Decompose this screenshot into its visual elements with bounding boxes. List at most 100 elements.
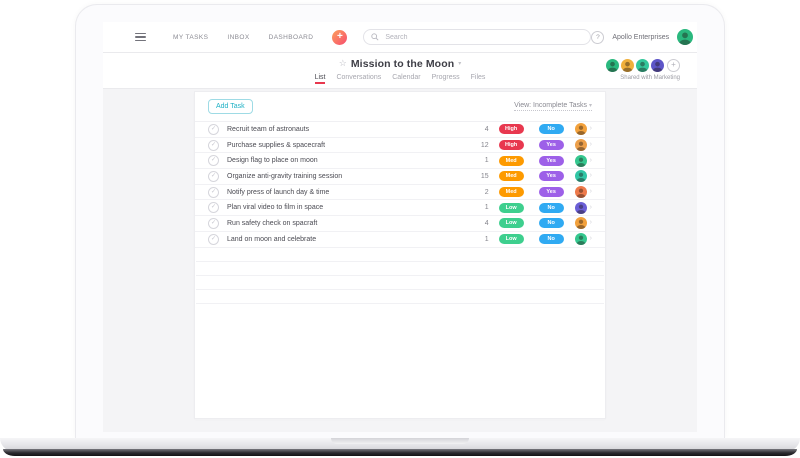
task-count: 2 bbox=[469, 189, 489, 196]
complete-check-icon[interactable]: ✓ bbox=[208, 124, 219, 135]
complete-check-icon[interactable]: ✓ bbox=[208, 155, 219, 166]
task-row[interactable]: ✓ Recruit team of astronauts 4 High No › bbox=[195, 122, 605, 138]
project-tab[interactable]: List bbox=[315, 74, 326, 84]
member-avatar[interactable] bbox=[621, 59, 634, 72]
task-row[interactable]: ✓ Run safety check on spacraft 4 Low No … bbox=[195, 216, 605, 232]
task-name[interactable]: Notify press of launch day & time bbox=[227, 189, 329, 196]
complete-check-icon[interactable]: ✓ bbox=[208, 202, 219, 213]
star-icon[interactable]: ☆ bbox=[339, 58, 347, 69]
app-viewport: MY TASKS INBOX DASHBOARD + ? Apollo Enterp… bbox=[103, 22, 697, 432]
flag-badge[interactable]: Yes bbox=[539, 140, 564, 150]
project-tab[interactable]: Conversations bbox=[336, 74, 381, 84]
view-caret-icon: ▾ bbox=[589, 103, 592, 109]
row-chevron-icon: › bbox=[590, 218, 592, 228]
member-avatar[interactable] bbox=[636, 59, 649, 72]
priority-badge[interactable]: Low bbox=[499, 203, 524, 213]
topbar-nav-item[interactable]: MY TASKS bbox=[173, 34, 208, 41]
member-avatar-stack: + bbox=[604, 59, 680, 72]
topbar-nav-item[interactable]: INBOX bbox=[227, 34, 249, 41]
task-row[interactable]: ✓ Land on moon and celebrate 1 Low No › bbox=[195, 232, 605, 248]
priority-badge[interactable]: Med bbox=[499, 156, 524, 166]
project-tab[interactable]: Calendar bbox=[392, 74, 420, 84]
project-title-row[interactable]: ☆ Mission to the Moon ▾ bbox=[339, 58, 461, 70]
org-name[interactable]: Apollo Enterprises bbox=[612, 34, 669, 41]
priority-badge[interactable]: High bbox=[499, 124, 524, 134]
task-row[interactable]: ✓ Plan viral video to film in space 1 Lo… bbox=[195, 200, 605, 216]
task-count: 4 bbox=[469, 126, 489, 133]
project-tab[interactable]: Progress bbox=[432, 74, 460, 84]
flag-badge[interactable]: Yes bbox=[539, 187, 564, 197]
assignee-avatar[interactable] bbox=[575, 202, 587, 214]
complete-check-icon[interactable]: ✓ bbox=[208, 171, 219, 182]
assignee-avatar[interactable] bbox=[575, 233, 587, 245]
task-count: 15 bbox=[469, 173, 489, 180]
flag-badge[interactable]: No bbox=[539, 203, 564, 213]
title-caret-icon[interactable]: ▾ bbox=[458, 60, 461, 67]
member-avatar[interactable] bbox=[651, 59, 664, 72]
flag-badge[interactable]: Yes bbox=[539, 156, 564, 166]
member-avatar[interactable] bbox=[606, 59, 619, 72]
search-icon bbox=[371, 33, 379, 41]
priority-badge[interactable]: High bbox=[499, 140, 524, 150]
help-icon[interactable]: ? bbox=[591, 31, 604, 44]
topbar-right: ? Apollo Enterprises bbox=[591, 29, 693, 45]
flag-badge[interactable]: No bbox=[539, 124, 564, 134]
empty-task-row[interactable] bbox=[196, 276, 604, 290]
project-title: Mission to the Moon bbox=[351, 58, 454, 70]
assignee-avatar[interactable] bbox=[575, 123, 587, 135]
task-name[interactable]: Recruit team of astronauts bbox=[227, 126, 309, 133]
priority-badge[interactable]: Low bbox=[499, 218, 524, 228]
complete-check-icon[interactable]: ✓ bbox=[208, 234, 219, 245]
task-row[interactable]: ✓ Purchase supplies & spacecraft 12 High… bbox=[195, 138, 605, 154]
complete-check-icon[interactable]: ✓ bbox=[208, 218, 219, 229]
priority-badge[interactable]: Low bbox=[499, 234, 524, 244]
view-filter-dropdown[interactable]: View: Incomplete Tasks▾ bbox=[514, 102, 592, 111]
user-avatar[interactable] bbox=[677, 29, 693, 45]
task-count: 1 bbox=[469, 236, 489, 243]
task-count: 1 bbox=[469, 204, 489, 211]
empty-task-row[interactable] bbox=[196, 290, 604, 304]
priority-badge[interactable]: Med bbox=[499, 171, 524, 181]
add-member-button[interactable]: + bbox=[667, 59, 680, 72]
priority-badge[interactable]: Med bbox=[499, 187, 524, 197]
project-tabs: List Conversations Calendar Progress Files bbox=[315, 74, 486, 84]
add-task-button[interactable]: Add Task bbox=[208, 99, 253, 114]
task-list-card: Add Task View: Incomplete Tasks▾ ✓ Recru… bbox=[194, 91, 606, 419]
flag-badge[interactable]: No bbox=[539, 218, 564, 228]
search-box[interactable] bbox=[363, 29, 591, 45]
row-chevron-icon: › bbox=[590, 187, 592, 197]
task-rows: ✓ Recruit team of astronauts 4 High No ›… bbox=[195, 121, 605, 304]
quick-add-button[interactable]: + bbox=[332, 30, 347, 45]
complete-check-icon[interactable]: ✓ bbox=[208, 187, 219, 198]
row-chevron-icon: › bbox=[590, 124, 592, 134]
shared-with-label: Shared with Marketing bbox=[604, 75, 680, 81]
task-row[interactable]: ✓ Design flag to place on moon 1 Med Yes… bbox=[195, 153, 605, 169]
task-row[interactable]: ✓ Notify press of launch day & time 2 Me… bbox=[195, 185, 605, 201]
row-chevron-icon: › bbox=[590, 156, 592, 166]
task-name[interactable]: Design flag to place on moon bbox=[227, 157, 318, 164]
topbar-nav-item[interactable]: DASHBOARD bbox=[269, 34, 314, 41]
task-name[interactable]: Organize anti-gravity training session bbox=[227, 173, 342, 180]
task-name[interactable]: Purchase supplies & spacecraft bbox=[227, 142, 325, 149]
task-count: 12 bbox=[469, 142, 489, 149]
project-header: ☆ Mission to the Moon ▾ List Conversation… bbox=[103, 53, 697, 89]
assignee-avatar[interactable] bbox=[575, 155, 587, 167]
search-input[interactable] bbox=[383, 33, 583, 42]
flag-badge[interactable]: No bbox=[539, 234, 564, 244]
project-tab[interactable]: Files bbox=[471, 74, 486, 84]
empty-task-row[interactable] bbox=[196, 248, 604, 262]
assignee-avatar[interactable] bbox=[575, 170, 587, 182]
task-name[interactable]: Plan viral video to film in space bbox=[227, 204, 323, 211]
laptop-base-edge bbox=[3, 449, 797, 456]
hamburger-menu-icon[interactable] bbox=[135, 33, 146, 42]
assignee-avatar[interactable] bbox=[575, 217, 587, 229]
complete-check-icon[interactable]: ✓ bbox=[208, 140, 219, 151]
flag-badge[interactable]: Yes bbox=[539, 171, 564, 181]
task-count: 1 bbox=[469, 157, 489, 164]
empty-task-row[interactable] bbox=[196, 262, 604, 276]
assignee-avatar[interactable] bbox=[575, 139, 587, 151]
assignee-avatar[interactable] bbox=[575, 186, 587, 198]
task-name[interactable]: Land on moon and celebrate bbox=[227, 236, 316, 243]
task-row[interactable]: ✓ Organize anti-gravity training session… bbox=[195, 169, 605, 185]
task-name[interactable]: Run safety check on spacraft bbox=[227, 220, 317, 227]
